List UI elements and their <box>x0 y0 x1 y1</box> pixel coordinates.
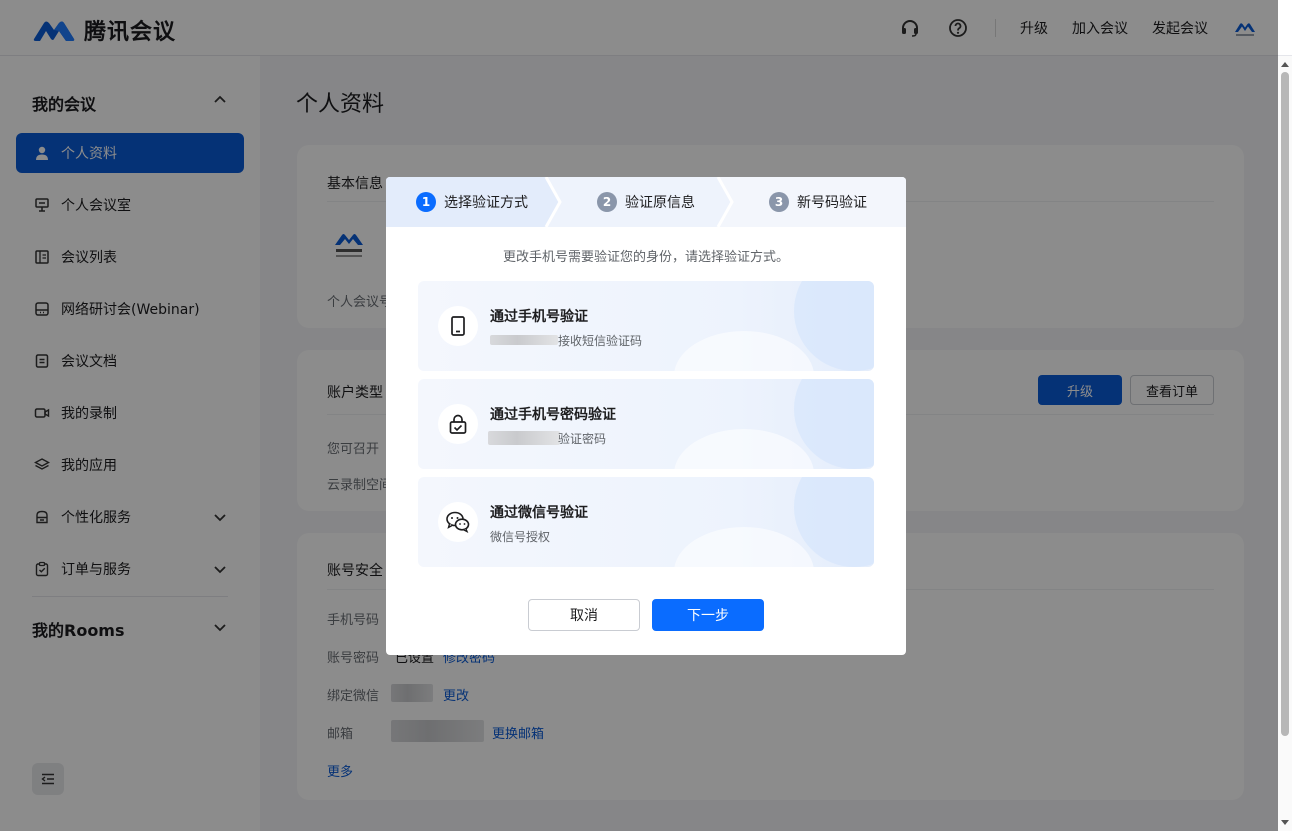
step-2: 2 验证原信息 <box>597 177 695 227</box>
option-title: 通过手机号密码验证 <box>490 407 616 423</box>
dialog-hint: 更改手机号需要验证您的身份，请选择验证方式。 <box>502 250 789 265</box>
scrollbar[interactable] <box>1278 56 1292 831</box>
scrollbar-thumb[interactable] <box>1281 72 1289 736</box>
step-number: 2 <box>597 192 617 212</box>
step-number: 3 <box>769 192 789 212</box>
option-title: 通过微信号验证 <box>490 505 588 521</box>
decoration <box>674 429 814 469</box>
step-label: 验证原信息 <box>625 195 695 211</box>
redacted-phone <box>490 335 558 345</box>
cancel-button[interactable]: 取消 <box>528 599 640 631</box>
decoration <box>674 331 814 371</box>
steps-bar: 1 选择验证方式 2 验证原信息 3 新号码验证 <box>386 177 906 227</box>
phone-icon <box>438 306 478 346</box>
redacted-phone <box>488 431 560 445</box>
step-1: 1 选择验证方式 <box>416 177 528 227</box>
option-subtitle: 验证密码 <box>558 432 607 446</box>
step-3: 3 新号码验证 <box>769 177 867 227</box>
option-subtitle: 接收短信验证码 <box>558 334 643 348</box>
option-title: 通过手机号验证 <box>490 309 588 325</box>
verify-by-wechat-option[interactable]: 通过微信号验证 微信号授权 <box>418 477 874 567</box>
verify-by-sms-option[interactable]: 通过手机号验证 接收短信验证码 <box>418 281 874 371</box>
option-subtitle: 微信号授权 <box>490 530 551 544</box>
verify-by-password-option[interactable]: 通过手机号密码验证 验证密码 <box>418 379 874 469</box>
lock-icon <box>438 404 478 444</box>
verify-identity-dialog: 1 选择验证方式 2 验证原信息 3 新号码验证 更改手机号需要验证您的身份，请… <box>386 177 906 655</box>
step-number: 1 <box>416 192 436 212</box>
decoration <box>674 527 814 567</box>
scroll-down-icon[interactable] <box>1281 818 1289 826</box>
wechat-icon <box>438 502 478 542</box>
step-label: 新号码验证 <box>797 195 867 211</box>
next-button[interactable]: 下一步 <box>652 599 764 631</box>
scroll-up-icon[interactable] <box>1281 61 1289 69</box>
step-label: 选择验证方式 <box>444 195 528 211</box>
